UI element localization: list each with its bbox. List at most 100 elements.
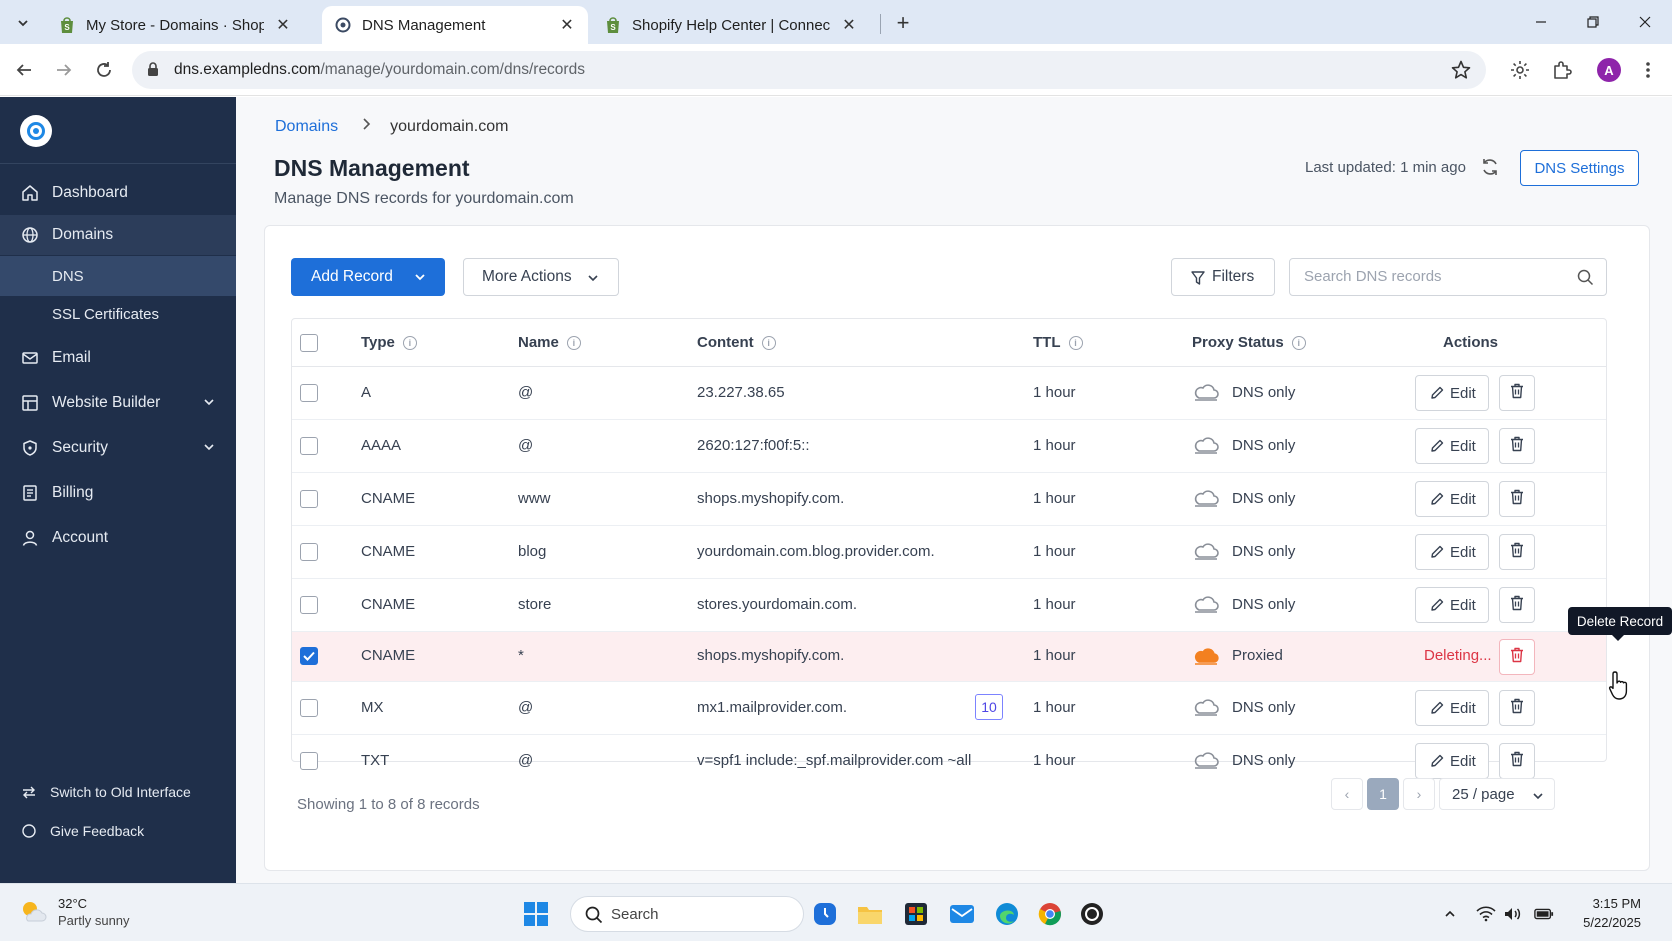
row-checkbox[interactable] xyxy=(300,543,318,561)
select-all-checkbox[interactable] xyxy=(300,334,318,352)
chrome-browser-icon[interactable] xyxy=(1036,900,1064,928)
close-icon[interactable]: ✕ xyxy=(274,16,292,34)
breadcrumb-domains-link[interactable]: Domains xyxy=(275,118,338,136)
delete-button[interactable] xyxy=(1499,587,1535,623)
file-explorer-icon[interactable] xyxy=(856,900,884,928)
new-tab-plus-icon[interactable]: + xyxy=(890,10,916,36)
filters-button[interactable]: Filters xyxy=(1171,258,1275,296)
microsoft-store-icon[interactable] xyxy=(902,900,930,928)
table-row: CNAME store stores.yourdomain.com. 1 hou… xyxy=(292,579,1606,632)
browser-menu-icon[interactable] xyxy=(1636,56,1660,84)
edit-button[interactable]: Edit xyxy=(1415,690,1489,726)
row-checkbox[interactable] xyxy=(300,384,318,402)
restore-icon[interactable] xyxy=(1578,8,1608,36)
page-number-current[interactable]: 1 xyxy=(1367,778,1399,810)
sidebar-item-email[interactable]: Email xyxy=(0,338,236,378)
info-icon[interactable]: i xyxy=(761,335,776,350)
edit-button[interactable]: Edit xyxy=(1415,428,1489,464)
column-header-ttl[interactable]: TTL i xyxy=(1033,334,1083,351)
search-input[interactable] xyxy=(1304,268,1564,285)
row-checkbox[interactable] xyxy=(300,596,318,614)
tab-search-chevron-icon[interactable] xyxy=(10,10,36,36)
switch-old-interface-link[interactable]: Switch to Old Interface xyxy=(0,777,236,807)
extension-gear-icon[interactable] xyxy=(1506,56,1534,84)
volume-icon[interactable] xyxy=(1503,904,1523,924)
browser-tab-shopify-domains[interactable]: S My Store - Domains · Shopify ✕ xyxy=(46,6,304,44)
battery-icon[interactable] xyxy=(1534,904,1554,924)
row-checkbox[interactable] xyxy=(300,699,318,717)
refresh-icon[interactable] xyxy=(1480,157,1502,179)
weather-widget[interactable]: 32°C Partly sunny xyxy=(18,896,130,928)
prev-page-chevron-icon[interactable]: ‹ xyxy=(1331,778,1363,810)
edit-button[interactable]: Edit xyxy=(1415,534,1489,570)
column-header-proxy-status[interactable]: Proxy Status i xyxy=(1192,334,1306,351)
wifi-icon[interactable] xyxy=(1476,904,1496,924)
record-name: store xyxy=(518,596,552,613)
edit-button[interactable]: Edit xyxy=(1415,587,1489,623)
row-checkbox[interactable] xyxy=(300,752,318,770)
column-header-name[interactable]: Name i xyxy=(518,334,581,351)
page-subtitle: Manage DNS records for yourdomain.com xyxy=(274,190,574,207)
column-header-type[interactable]: Type i xyxy=(361,334,417,351)
row-checkbox[interactable] xyxy=(300,490,318,508)
row-checkbox-checked[interactable] xyxy=(300,647,318,665)
delete-button[interactable] xyxy=(1499,743,1535,779)
per-page-select[interactable]: 25 / page xyxy=(1439,778,1555,810)
sidebar-item-dns[interactable]: DNS xyxy=(0,256,236,296)
chevron-down-icon xyxy=(202,440,216,459)
back-arrow-icon[interactable] xyxy=(10,56,38,84)
info-icon[interactable]: i xyxy=(566,335,581,350)
edit-button[interactable]: Edit xyxy=(1415,743,1489,779)
extensions-puzzle-icon[interactable] xyxy=(1548,56,1576,84)
bookmark-star-icon[interactable] xyxy=(1450,59,1472,86)
windows-start-icon[interactable] xyxy=(522,900,550,928)
obs-recorder-icon[interactable] xyxy=(1078,900,1106,928)
close-icon[interactable]: ✕ xyxy=(840,16,858,34)
dns-settings-button[interactable]: DNS Settings xyxy=(1520,150,1639,186)
cloud-gray-icon xyxy=(1194,543,1219,560)
next-page-chevron-icon[interactable]: › xyxy=(1403,778,1435,810)
sidebar-item-ssl-certificates[interactable]: SSL Certificates xyxy=(0,294,236,334)
delete-button[interactable] xyxy=(1499,534,1535,570)
sidebar-item-domains[interactable]: Domains xyxy=(0,215,236,255)
edge-browser-icon[interactable] xyxy=(993,900,1021,928)
sidebar-item-billing[interactable]: Billing xyxy=(0,473,236,513)
sidebar-item-website-builder[interactable]: Website Builder xyxy=(0,383,236,423)
profile-avatar[interactable]: A xyxy=(1597,58,1621,82)
mail-app-icon[interactable] xyxy=(948,900,976,928)
sidebar-item-account[interactable]: Account xyxy=(0,518,236,558)
browser-tab-shopify-help[interactable]: S Shopify Help Center | Connect a t ✕ xyxy=(592,6,870,44)
delete-button[interactable] xyxy=(1499,481,1535,517)
forward-arrow-icon[interactable] xyxy=(50,56,78,84)
taskbar-clock[interactable]: 3:15 PM 5/22/2025 xyxy=(1577,894,1641,932)
info-icon[interactable]: i xyxy=(402,335,417,350)
delete-button[interactable] xyxy=(1499,375,1535,411)
info-icon[interactable]: i xyxy=(1291,335,1306,350)
app-logo[interactable] xyxy=(20,115,52,147)
close-icon[interactable]: ✕ xyxy=(558,16,576,34)
window-close-icon[interactable] xyxy=(1630,8,1660,36)
per-page-value: 25 / page xyxy=(1452,785,1515,803)
minimize-icon[interactable] xyxy=(1526,8,1556,36)
delete-button[interactable] xyxy=(1499,690,1535,726)
give-feedback-link[interactable]: Give Feedback xyxy=(0,816,236,846)
tray-chevron-up-icon[interactable] xyxy=(1440,904,1460,924)
more-actions-button[interactable]: More Actions xyxy=(463,258,619,296)
sidebar-item-dashboard[interactable]: Dashboard xyxy=(0,173,236,213)
edit-button[interactable]: Edit xyxy=(1415,481,1489,517)
taskbar-search[interactable]: Search xyxy=(570,896,804,932)
record-content: 2620:127:f00f:5:: xyxy=(697,437,810,454)
delete-button[interactable] xyxy=(1499,428,1535,464)
delete-button-active[interactable] xyxy=(1499,639,1535,675)
column-header-content[interactable]: Content i xyxy=(697,334,776,351)
row-checkbox[interactable] xyxy=(300,437,318,455)
edit-button[interactable]: Edit xyxy=(1415,375,1489,411)
reload-icon[interactable] xyxy=(90,56,118,84)
browser-tab-dns-management[interactable]: DNS Management ✕ xyxy=(322,6,588,44)
info-icon[interactable]: i xyxy=(1068,335,1083,350)
sidebar-item-security[interactable]: Security xyxy=(0,428,236,468)
add-record-button[interactable]: Add Record xyxy=(291,258,445,296)
search-icon[interactable] xyxy=(1577,269,1594,291)
taskbar-copilot-icon[interactable] xyxy=(811,900,839,928)
address-bar[interactable]: dns.exampledns.com/manage/yourdomain.com… xyxy=(132,51,1486,89)
